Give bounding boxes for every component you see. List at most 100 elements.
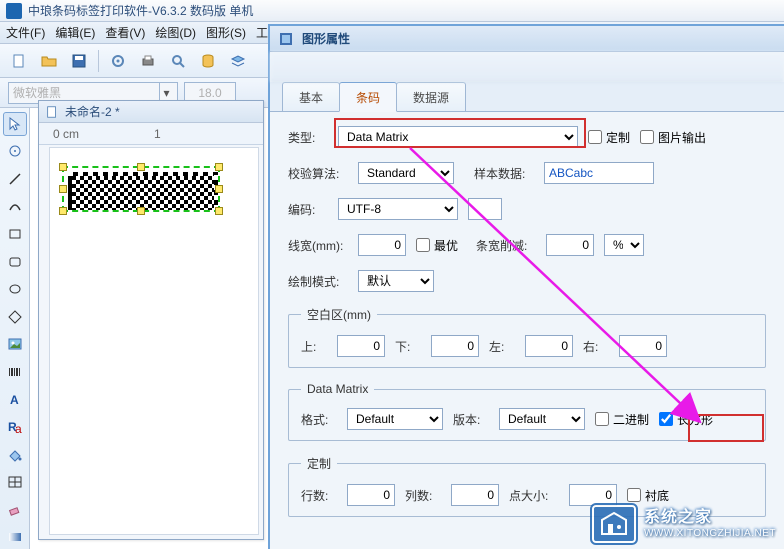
resize-handle[interactable]: [215, 207, 223, 215]
app-icon: [6, 3, 22, 19]
margin-left-label: 左:: [489, 338, 515, 355]
rect-tool[interactable]: [3, 222, 27, 246]
linewidth-label: 线宽(mm):: [288, 237, 348, 254]
barcode-tool[interactable]: [3, 360, 27, 384]
menu-draw[interactable]: 绘图(D): [155, 24, 196, 41]
document-header: 未命名-2 *: [39, 101, 263, 123]
toolbar-button[interactable]: [334, 56, 356, 78]
trim-input[interactable]: [546, 234, 594, 256]
margin-group: 空白区(mm) 上: 下: 左: 右:: [288, 306, 766, 368]
type-select[interactable]: Data Matrix: [338, 126, 578, 148]
polygon-tool[interactable]: [3, 305, 27, 329]
fill-tool[interactable]: [3, 443, 27, 467]
toolbar-button[interactable]: [418, 56, 440, 78]
dm-legend: Data Matrix: [301, 382, 374, 396]
layers-button[interactable]: [227, 50, 249, 72]
trim-label: 条宽削减:: [476, 237, 536, 254]
datamatrix-group: Data Matrix 格式: Default 版本: Default 二进制 …: [288, 382, 766, 441]
target-tool[interactable]: [3, 140, 27, 164]
custom-checkbox[interactable]: 定制: [588, 129, 630, 146]
panel-icon: [278, 31, 294, 47]
tab-basic[interactable]: 基本: [282, 82, 340, 111]
font-size-value: 18.0: [198, 86, 221, 100]
margin-left-input[interactable]: [525, 335, 573, 357]
dotsize-label: 点大小:: [509, 487, 559, 504]
resize-handle[interactable]: [215, 185, 223, 193]
rows-input[interactable]: [347, 484, 395, 506]
format-label: 格式:: [301, 411, 337, 428]
menu-shape[interactable]: 图形(S): [206, 24, 246, 41]
roundrect-tool[interactable]: [3, 250, 27, 274]
row-linewidth: 线宽(mm): 最优 条宽削减: %: [288, 234, 766, 256]
cols-input[interactable]: [451, 484, 499, 506]
toolbar-button[interactable]: [390, 56, 412, 78]
best-checkbox[interactable]: 最优: [416, 237, 458, 254]
rectangle-checkbox[interactable]: 长方形: [659, 411, 713, 428]
margin-bottom-label: 下:: [395, 338, 421, 355]
resize-handle[interactable]: [215, 163, 223, 171]
dotsize-input[interactable]: [569, 484, 617, 506]
row-type: 类型: Data Matrix 定制 图片输出: [288, 126, 766, 148]
drawmode-select[interactable]: 默认: [358, 270, 434, 292]
sample-input[interactable]: [544, 162, 654, 184]
panel-toolbar: [270, 52, 784, 82]
image-tool[interactable]: [3, 333, 27, 357]
curve-tool[interactable]: [3, 195, 27, 219]
new-button[interactable]: [8, 50, 30, 72]
toolbar-button[interactable]: [278, 56, 300, 78]
format-select[interactable]: Default: [347, 408, 443, 430]
table-tool[interactable]: [3, 470, 27, 494]
watermark-logo-icon: [592, 505, 636, 543]
margin-top-input[interactable]: [337, 335, 385, 357]
imageout-checkbox[interactable]: 图片输出: [640, 129, 706, 146]
encoding-label: 编码:: [288, 201, 328, 218]
save-button[interactable]: [68, 50, 90, 72]
margin-right-input[interactable]: [619, 335, 667, 357]
selected-barcode-object[interactable]: [62, 166, 220, 212]
database-button[interactable]: [197, 50, 219, 72]
svg-text:A: A: [10, 393, 19, 407]
document-title: 未命名-2 *: [65, 103, 120, 120]
select-tool[interactable]: [3, 112, 27, 136]
richtext-tool[interactable]: Ra: [3, 415, 27, 439]
menu-file[interactable]: 文件(F): [6, 24, 45, 41]
preview-button[interactable]: [167, 50, 189, 72]
trim-unit-select[interactable]: %: [604, 234, 644, 256]
gradient-tool[interactable]: [3, 525, 27, 549]
binary-checkbox[interactable]: 二进制: [595, 411, 649, 428]
row-checkalg: 校验算法: Standard 样本数据:: [288, 162, 766, 184]
resize-handle[interactable]: [59, 185, 67, 193]
open-button[interactable]: [38, 50, 60, 72]
encoding-extra-input[interactable]: [468, 198, 502, 220]
tab-datasource[interactable]: 数据源: [396, 82, 466, 111]
text-tool[interactable]: A: [3, 388, 27, 412]
checkalg-select[interactable]: Standard: [358, 162, 454, 184]
cols-label: 列数:: [405, 487, 441, 504]
resize-handle[interactable]: [137, 207, 145, 215]
menu-edit[interactable]: 编辑(E): [55, 24, 95, 41]
margin-bottom-input[interactable]: [431, 335, 479, 357]
eraser-tool[interactable]: [3, 498, 27, 522]
version-label: 版本:: [453, 411, 489, 428]
canvas[interactable]: [49, 147, 259, 535]
pad-checkbox[interactable]: 衬底: [627, 487, 669, 504]
settings-button[interactable]: [107, 50, 129, 72]
margin-legend: 空白区(mm): [301, 306, 377, 323]
resize-handle[interactable]: [59, 207, 67, 215]
line-tool[interactable]: [3, 167, 27, 191]
resize-handle[interactable]: [59, 163, 67, 171]
print-button[interactable]: [137, 50, 159, 72]
ellipse-tool[interactable]: [3, 277, 27, 301]
document-icon: [45, 105, 59, 119]
toolbar-button[interactable]: [362, 56, 384, 78]
linewidth-input[interactable]: [358, 234, 406, 256]
svg-text:a: a: [15, 422, 22, 435]
resize-handle[interactable]: [137, 163, 145, 171]
version-select[interactable]: Default: [499, 408, 585, 430]
toolbar-button[interactable]: [306, 56, 328, 78]
tab-barcode[interactable]: 条码: [339, 82, 397, 112]
menu-view[interactable]: 查看(V): [105, 24, 145, 41]
row-encoding: 编码: UTF-8: [288, 198, 766, 220]
encoding-select[interactable]: UTF-8: [338, 198, 458, 220]
ruler-mark-1: 1: [154, 127, 161, 141]
